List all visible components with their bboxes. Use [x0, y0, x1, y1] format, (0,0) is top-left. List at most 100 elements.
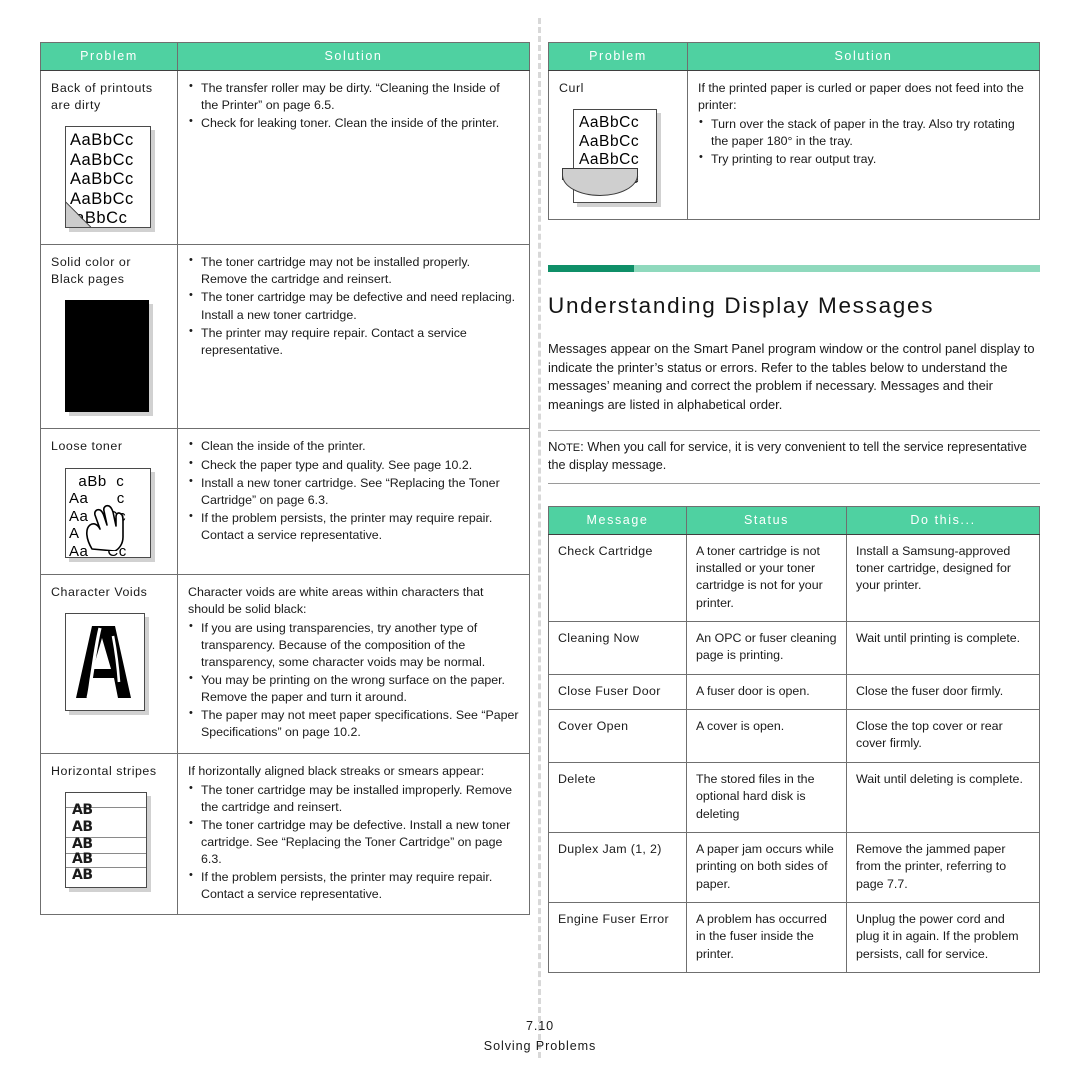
table-row: Curl AaBbCcAaBbCcAaBbCcAaBbCc If the pri… [548, 69, 1040, 221]
problem-cell: Solid color or Black pages [40, 244, 178, 430]
message-cell: Engine Fuser Error [548, 901, 687, 974]
status-cell: A paper jam occurs while printing on bot… [686, 831, 847, 904]
note-block: NOTE: When you call for service, it is v… [548, 430, 1040, 484]
section-rule [548, 265, 1040, 273]
table-row: Horizontal stripes AB AB AB AB AB If hor… [40, 752, 530, 916]
list-item: The paper may not meet paper specificati… [188, 706, 519, 741]
document-page: Problem Solution Back of printouts are d… [0, 0, 1080, 1080]
column-divider [538, 18, 541, 1058]
section-body-text: Messages appear on the Smart Panel progr… [548, 341, 1035, 412]
status-cell: An OPC or fuser cleaning page is printin… [686, 621, 847, 675]
table-row: Cleaning Now An OPC or fuser cleaning pa… [548, 621, 1040, 675]
problem-cell: Character Voids [40, 573, 178, 754]
table-row: Engine Fuser Error A problem has occurre… [548, 901, 1040, 974]
do-this-cell: Install a Samsung-approved toner cartrid… [846, 533, 1040, 623]
left-column: Problem Solution Back of printouts are d… [40, 42, 530, 916]
solution-cell: The toner cartridge may not be installed… [177, 244, 530, 430]
list-item: If you are using transparencies, try ano… [188, 619, 519, 671]
list-item: Check the paper type and quality. See pa… [188, 456, 519, 474]
section-heading-block: Understanding Display Messages Messages … [548, 265, 1040, 484]
solution-lead-text: If the printed paper is curled or paper … [698, 81, 1024, 113]
problem-label: Loose toner [51, 439, 123, 454]
table-header-row: Message Status Do this... [548, 505, 1040, 535]
status-cell: A fuser door is open. [686, 673, 847, 711]
character-voids-sample [65, 612, 167, 711]
solution-lead-text: Character voids are white areas within c… [188, 584, 484, 616]
solution-bullet-list: Clean the inside of the printer. Check t… [188, 437, 519, 544]
solution-cell: If the printed paper is curled or paper … [687, 69, 1040, 221]
list-item: If the problem persists, the printer may… [188, 868, 519, 903]
status-cell: A cover is open. [686, 709, 847, 763]
problem-label: Horizontal stripes [51, 763, 157, 778]
smudge-hand-icon [86, 504, 124, 551]
solution-bullet-list: If you are using transparencies, try ano… [188, 619, 519, 742]
message-cell: Check Cartridge [548, 533, 687, 623]
do-this-cell: Close the fuser door firmly. [846, 673, 1040, 711]
column-header-status: Status [686, 505, 847, 535]
note-label: NOTE: [548, 439, 584, 455]
list-item: Check for leaking toner. Clean the insid… [188, 114, 519, 132]
list-item: Try printing to rear output tray. [698, 150, 1029, 168]
back-of-printouts-sample: AaBbCc AaBbCc AaBbCc AaBbCc aBbCc [65, 126, 167, 229]
solid-black-page-sample [65, 300, 167, 413]
problem-label: Character Voids [51, 584, 148, 599]
list-item: If the problem persists, the printer may… [188, 509, 519, 544]
problem-cell: Back of printouts are dirty AaBbCc AaBbCc… [40, 69, 178, 246]
table-row: Close Fuser Door A fuser door is open. C… [548, 673, 1040, 711]
table-row: Delete The stored files in the optional … [548, 761, 1040, 833]
list-item: You may be printing on the wrong surface… [188, 671, 519, 706]
list-item: The printer may require repair. Contact … [188, 324, 519, 359]
print-quality-table-left: Problem Solution Back of printouts are d… [40, 42, 530, 916]
solution-cell: Character voids are white areas within c… [177, 573, 530, 754]
letter-a-void-icon [76, 625, 131, 699]
problem-cell: Loose toner aBb c Aa c Aa bCc A bC Aa Cc [40, 428, 178, 575]
table-header-row: Problem Solution [548, 42, 1040, 71]
note-text: When you call for service, it is very co… [548, 440, 1027, 472]
solution-cell: If horizontally aligned black streaks or… [177, 752, 530, 916]
list-item: The transfer roller may be dirty. “Clean… [188, 79, 519, 114]
do-this-cell: Close the top cover or rear cover firmly… [846, 709, 1040, 763]
table-row: Loose toner aBb c Aa c Aa bCc A bC Aa Cc [40, 428, 530, 575]
problem-label: Curl [559, 81, 584, 95]
list-item: Clean the inside of the printer. [188, 437, 519, 455]
solution-lead-text: If horizontally aligned black streaks or… [188, 763, 485, 778]
table-row: Solid color or Black pages The toner car… [40, 244, 530, 430]
solution-cell: Clean the inside of the printer. Check t… [177, 428, 530, 575]
print-quality-table-right: Problem Solution Curl AaBbCc AaBbCc AaBbCc… [548, 42, 1040, 221]
problem-cell: Curl AaBbCcAaBbCcAaBbCcAaBbCc [548, 69, 688, 221]
message-cell: Cover Open [548, 709, 687, 763]
curl-sample: AaBbCcAaBbCcAaBbCcAaBbCc [562, 109, 677, 204]
do-this-cell: Wait until deleting is complete. [846, 761, 1040, 833]
list-item: The toner cartridge may not be installed… [188, 253, 519, 288]
footer-page-number: 7.10 [525, 1019, 555, 1033]
table-row: Duplex Jam (1, 2) A paper jam occurs whi… [548, 831, 1040, 904]
do-this-cell: Unplug the power cord and plug it in aga… [846, 901, 1040, 974]
horizontal-stripes-sample: AB AB AB AB AB [65, 791, 167, 888]
curled-paper-icon [562, 168, 638, 197]
list-item: Turn over the stack of paper in the tray… [698, 115, 1029, 150]
page-footer: 7.10 Solving Problems [0, 1016, 1080, 1057]
problem-cell: Horizontal stripes AB AB AB AB AB [40, 752, 178, 916]
do-this-cell: Wait until printing is complete. [846, 621, 1040, 675]
table-row: Back of printouts are dirty AaBbCc AaBbCc… [40, 69, 530, 246]
footer-chapter-title: Solving Problems [483, 1039, 597, 1054]
table-row: Cover Open A cover is open. Close the to… [548, 709, 1040, 763]
status-cell: A toner cartridge is not installed or yo… [686, 533, 847, 623]
table-row: Character Voids Character voids are whit… [40, 573, 530, 754]
message-cell: Cleaning Now [548, 621, 687, 675]
page-title: Understanding Display Messages [548, 293, 935, 319]
column-header-message: Message [548, 505, 687, 535]
problem-label: Solid color or Black pages [51, 255, 132, 287]
table-header-row: Problem Solution [40, 42, 530, 71]
solution-bullet-list: Turn over the stack of paper in the tray… [698, 115, 1029, 168]
problem-label: Back of printouts are dirty [51, 81, 153, 113]
display-messages-table: Message Status Do this... Check Cartridg… [548, 505, 1040, 974]
message-cell: Duplex Jam (1, 2) [548, 831, 687, 904]
solution-bullet-list: The toner cartridge may be installed imp… [188, 781, 519, 904]
solution-bullet-list: The transfer roller may be dirty. “Clean… [188, 79, 519, 132]
table-row: Check Cartridge A toner cartridge is not… [548, 533, 1040, 623]
status-cell: The stored files in the optional hard di… [686, 761, 847, 833]
list-item: The toner cartridge may be defective. In… [188, 816, 519, 868]
list-item: Install a new toner cartridge. See “Repl… [188, 474, 519, 509]
solution-bullet-list: The toner cartridge may not be installed… [188, 253, 519, 359]
